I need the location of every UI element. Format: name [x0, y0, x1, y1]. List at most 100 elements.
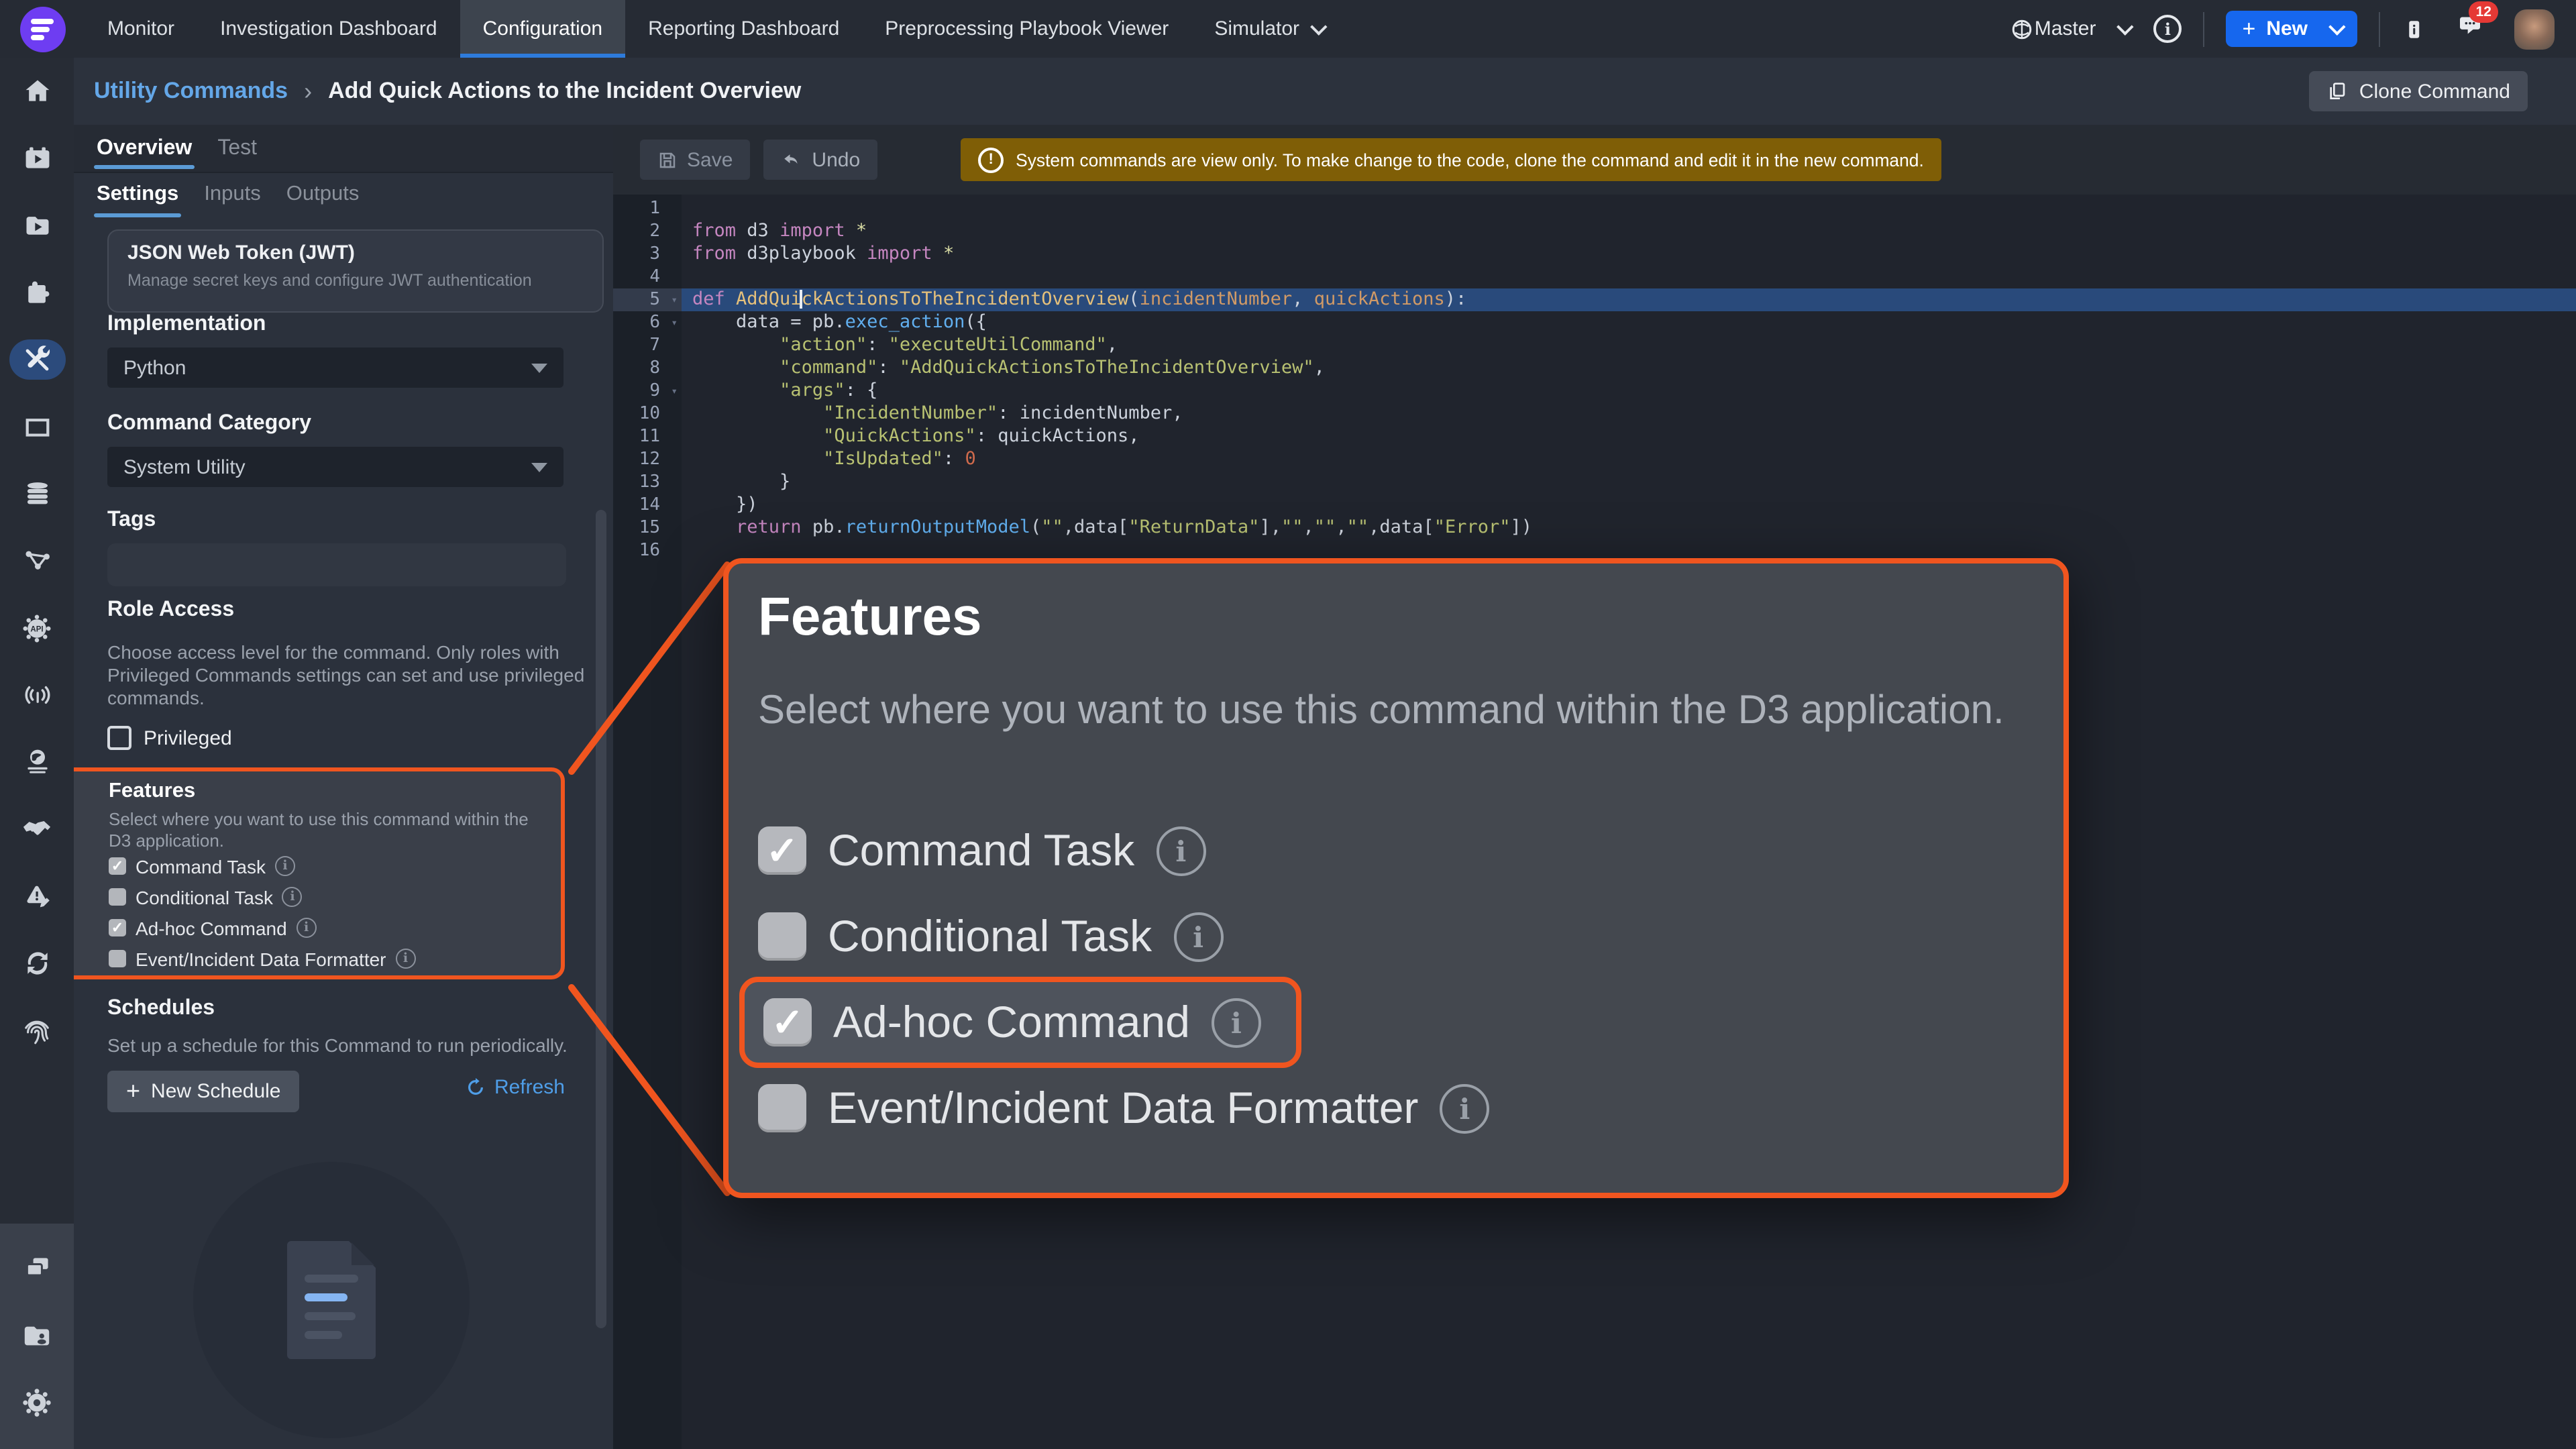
info-icon[interactable]: i — [1156, 826, 1205, 875]
checkbox-event-incident-data-formatter[interactable] — [109, 950, 126, 967]
environment-selector[interactable]: Master — [2035, 17, 2130, 40]
subtab-inputs[interactable]: Inputs — [201, 182, 263, 215]
new-button[interactable]: + New — [2226, 11, 2357, 47]
sub-tabs: Settings Inputs Outputs — [74, 178, 613, 219]
info-icon[interactable]: i — [297, 918, 317, 938]
fold-caret-icon[interactable]: ▾ — [671, 288, 678, 311]
clone-command-button[interactable]: Clone Command — [2310, 71, 2528, 111]
rail-item-sync[interactable] — [0, 930, 74, 997]
chat-button[interactable]: 12 — [2455, 12, 2485, 46]
rail-item-api[interactable]: API — [0, 594, 74, 661]
info-icon[interactable]: i — [2153, 15, 2182, 43]
info-icon[interactable]: i — [1440, 1083, 1489, 1133]
chevron-down-icon — [2328, 18, 2345, 35]
code-line-3[interactable]: 3from d3playbook import * — [613, 243, 2576, 266]
code-line-12[interactable]: 12 "IsUpdated": 0 — [613, 448, 2576, 471]
rail-item-integrations[interactable] — [0, 259, 74, 326]
checkbox-conditional-task[interactable] — [758, 912, 806, 961]
environment-label: Master — [2035, 17, 2096, 40]
code-line-11[interactable]: 11 "QuickActions": quickActions, — [613, 425, 2576, 448]
rail-item-data-management[interactable] — [0, 460, 74, 527]
save-icon — [657, 150, 678, 170]
info-icon[interactable]: i — [396, 949, 416, 969]
info-icon[interactable]: i — [1212, 998, 1261, 1047]
nav-item-configuration[interactable]: Configuration — [460, 0, 625, 58]
rail-item-schedule[interactable] — [0, 125, 74, 192]
overlay-option-conditional-task[interactable]: Conditional Taski — [758, 907, 2019, 966]
panel-scrollbar[interactable] — [596, 510, 606, 1328]
tab-test[interactable]: Test — [215, 125, 260, 172]
nav-item-reporting-dashboard[interactable]: Reporting Dashboard — [625, 0, 862, 58]
fold-caret-icon[interactable]: ▾ — [671, 311, 678, 334]
nav-item-preprocessing-playbook-viewer[interactable]: Preprocessing Playbook Viewer — [862, 0, 1191, 58]
code-line-9[interactable]: 9▾ "args": { — [613, 380, 2576, 402]
save-button[interactable]: Save — [640, 140, 750, 180]
nav-item-monitor[interactable]: Monitor — [85, 0, 197, 58]
overlay-option-ad-hoc-command[interactable]: Ad-hoc Commandi — [763, 993, 1261, 1052]
code-line-6[interactable]: 6▾ data = pb.exec_action({ — [613, 311, 2576, 334]
release-notes-icon[interactable] — [2402, 15, 2426, 42]
rail-item-fingerprint[interactable] — [0, 997, 74, 1064]
checkbox-command-task[interactable] — [109, 857, 126, 875]
feature-option-event-incident-data-formatter[interactable]: Event/Incident Data Formatteri — [109, 943, 545, 974]
code-line-15[interactable]: 15 return pb.returnOutputModel("",data["… — [613, 517, 2576, 539]
code-line-4[interactable]: 4 — [613, 266, 2576, 288]
line-number: 14 — [613, 494, 682, 517]
checkbox-ad-hoc-command[interactable] — [109, 919, 126, 936]
info-icon[interactable]: i — [1173, 912, 1223, 961]
checkbox-event-incident-data-formatter[interactable] — [758, 1084, 806, 1132]
code-line-13[interactable]: 13 } — [613, 471, 2576, 494]
feature-option-command-task[interactable]: Command Taski — [109, 851, 545, 881]
rail-item-home[interactable] — [0, 58, 74, 125]
subtab-outputs[interactable]: Outputs — [284, 182, 362, 215]
code-line-7[interactable]: 7 "action": "executeUtilCommand", — [613, 334, 2576, 357]
new-schedule-button[interactable]: + New Schedule — [107, 1071, 300, 1112]
code-line-1[interactable]: 1 — [613, 197, 2576, 220]
rail-item-clone-workspace[interactable] — [0, 1234, 74, 1301]
fold-caret-icon[interactable]: ▾ — [671, 380, 678, 402]
checkbox-ad-hoc-command[interactable] — [763, 998, 812, 1046]
overlay-option-event-incident-data-formatter[interactable]: Event/Incident Data Formatter i — [758, 1079, 2019, 1138]
rail-item-user-files[interactable] — [0, 1301, 74, 1368]
breadcrumb-parent-link[interactable]: Utility Commands — [94, 78, 288, 105]
rail-item-connections[interactable] — [0, 527, 74, 594]
command-category-select[interactable]: System Utility — [107, 447, 564, 487]
clone-command-label: Clone Command — [2359, 80, 2510, 103]
overlay-option-command-task[interactable]: Command Taski — [758, 821, 2019, 880]
info-icon[interactable]: i — [282, 887, 303, 907]
rail-item-incident-report[interactable] — [0, 863, 74, 930]
subtab-settings[interactable]: Settings — [94, 182, 181, 215]
checkbox-conditional-task[interactable] — [109, 888, 126, 906]
privileged-checkbox-row[interactable]: Privileged — [107, 726, 232, 750]
code-line-8[interactable]: 8 "command": "AddQuickActionsToTheIncide… — [613, 357, 2576, 380]
avatar[interactable] — [2514, 9, 2555, 49]
rail-item-utility-commands[interactable] — [0, 326, 74, 393]
checkbox-command-task[interactable] — [758, 826, 806, 875]
d3-logo-icon[interactable] — [20, 7, 66, 52]
jwt-card[interactable]: JSON Web Token (JWT) Manage secret keys … — [107, 229, 604, 313]
rail-item-partners[interactable] — [0, 796, 74, 863]
code-text: data = pb.exec_action({ — [682, 311, 2576, 334]
privileged-checkbox[interactable] — [107, 726, 131, 750]
tags-input[interactable] — [107, 543, 566, 586]
overlay-option-label: Event/Incident Data Formatter — [828, 1083, 1418, 1134]
view-only-warning-banner: ! System commands are view only. To make… — [961, 138, 1941, 181]
rail-item-broadcast[interactable] — [0, 661, 74, 729]
info-icon[interactable]: i — [275, 856, 295, 876]
code-line-5[interactable]: 5▾def AddQuickActionsToTheIncidentOvervi… — [613, 288, 2576, 311]
code-line-2[interactable]: 2from d3 import * — [613, 220, 2576, 243]
code-line-14[interactable]: 14 }) — [613, 494, 2576, 517]
code-line-10[interactable]: 10 "IncidentNumber": incidentNumber, — [613, 402, 2576, 425]
rail-item-dashboard-board[interactable] — [0, 393, 74, 460]
nav-item-simulator[interactable]: Simulator — [1191, 0, 1345, 58]
rail-item-geolocation[interactable] — [0, 729, 74, 796]
rail-item-playbooks[interactable] — [0, 192, 74, 259]
nav-item-investigation-dashboard[interactable]: Investigation Dashboard — [197, 0, 460, 58]
refresh-button[interactable]: Refresh — [466, 1076, 565, 1099]
implementation-select[interactable]: Python — [107, 347, 564, 388]
undo-button[interactable]: Undo — [763, 140, 877, 180]
rail-item-settings[interactable] — [0, 1368, 74, 1436]
tab-overview[interactable]: Overview — [94, 125, 195, 172]
feature-option-ad-hoc-command[interactable]: Ad-hoc Commandi — [109, 912, 545, 943]
feature-option-conditional-task[interactable]: Conditional Taski — [109, 881, 545, 912]
